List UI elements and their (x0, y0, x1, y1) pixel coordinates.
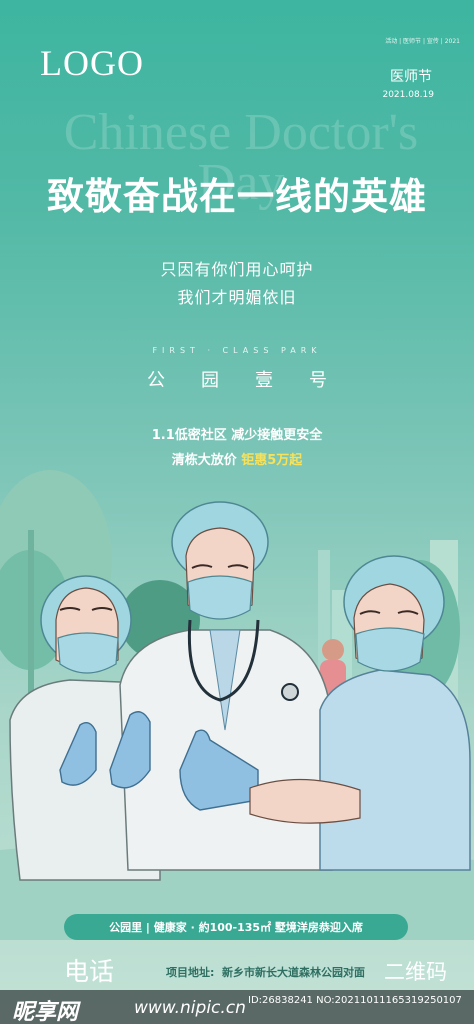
medical-workers-illustration (0, 470, 474, 940)
address-label: 项目地址: (166, 966, 215, 979)
subtitle-line-2: 我们才明媚依旧 (177, 288, 297, 307)
poster: LOGO 活动 | 医师节 | 宣传 | 2021 医师节 2021.08.19… (0, 0, 474, 1024)
festival-date: 2021.08.19 (382, 90, 434, 100)
feature-pill: 公园里 | 健康家 · 約100-135㎡ 墅境洋房恭迎入席 (64, 914, 408, 940)
subtitle-line-1: 只因有你们用心呵护 (160, 260, 314, 279)
address-value: 新乡市新长大道森林公园对面 (222, 966, 365, 979)
promo-line-1: 1.1低密社区 减少接触更安全 (151, 428, 323, 443)
festival-title: 医师节 (390, 69, 432, 85)
watermark-id-line-1: ID:26838241 NO:20211011165319250107 (248, 995, 462, 1006)
watermark-logo: 昵享网 (12, 1000, 79, 1024)
promo-prefix: 清栋大放价 (171, 453, 237, 468)
qr-code-label: 二维码 (384, 960, 447, 984)
promo-line-2: 清栋大放价 钜惠5万起 (0, 449, 474, 468)
phone-label: 电话 (64, 957, 115, 986)
tiny-top-text: 活动 | 医师节 | 宣传 | 2021 (385, 38, 460, 45)
first-class-label: FIRST · CLASS PARK (152, 346, 322, 355)
promo-highlight: 钜惠5万起 (241, 453, 303, 468)
watermark-url: www.nipic.cn (134, 998, 246, 1018)
headline: 致敬奋战在一线的英雄 (47, 174, 427, 218)
brand-name: 公园壹号 (147, 370, 363, 391)
logo: LOGO (40, 43, 144, 83)
watermark-id: ID:26838241 NO:20211011165319250107 (248, 994, 462, 1007)
